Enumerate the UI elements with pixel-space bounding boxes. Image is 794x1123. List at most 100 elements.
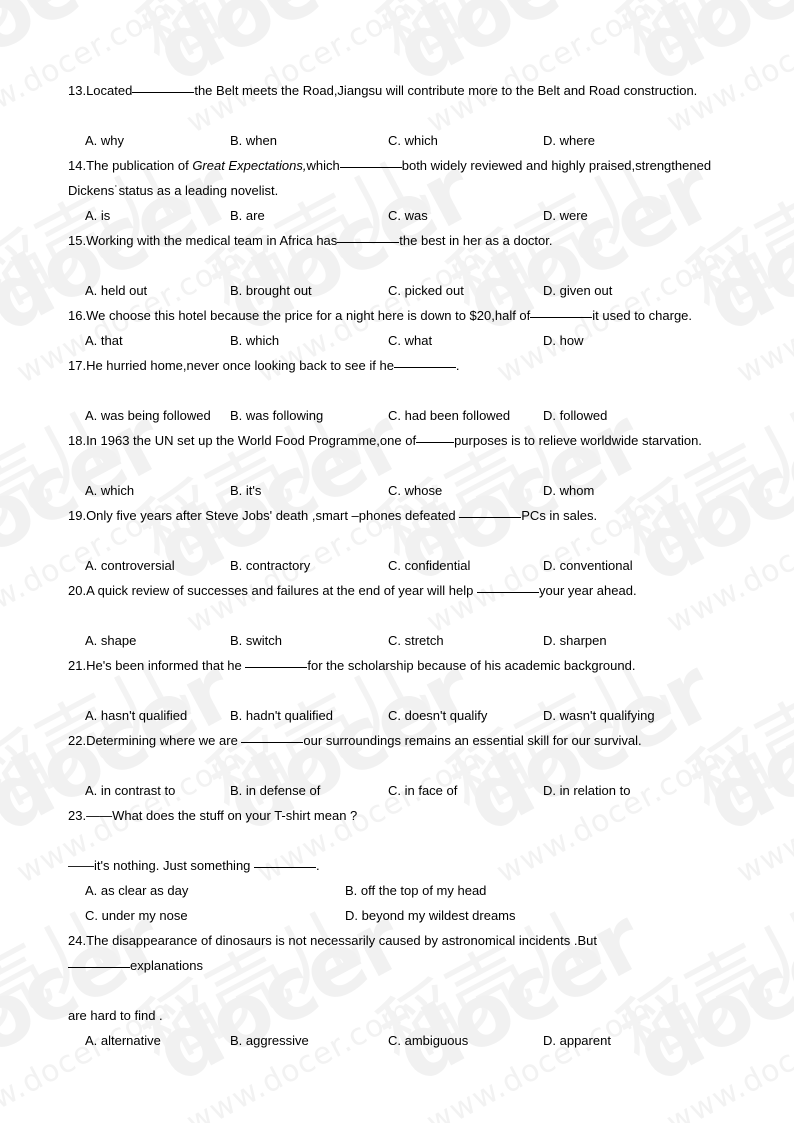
q18-blank: [416, 442, 455, 443]
q22-stem-before: 22.Determining where we are: [68, 733, 242, 748]
question-options-18: A. which B. it's C. whose D. whom: [68, 478, 728, 503]
option-21-d[interactable]: D. wasn't qualifying: [543, 703, 655, 728]
option-21-b[interactable]: B. hadn't qualified: [230, 703, 333, 728]
question-options-14: A. is B. are C. was D. were: [68, 203, 728, 228]
q14-stem-before: 14.The publication of: [68, 158, 193, 173]
question-stem-22: 22.Determining where we are our surround…: [68, 728, 728, 753]
question-stem-13: 13.Located the Belt meets the Road,Jiangs…: [68, 78, 728, 103]
option-22-a[interactable]: A. in contrast to: [85, 778, 175, 803]
question-options-16: A. that B. which C. what D. how: [68, 328, 728, 353]
q13-stem-before: 13.Located: [68, 83, 133, 98]
question-options-13: A. why B. when C. which D. where: [68, 128, 728, 153]
option-20-b[interactable]: B. switch: [230, 628, 282, 653]
option-15-a[interactable]: A. held out: [85, 278, 147, 303]
question-stem-14: 14.The publication of Great Expectations…: [68, 153, 728, 178]
option-24-b[interactable]: B. aggressive: [230, 1028, 309, 1053]
question-options-17: A. was being followed B. was following C…: [68, 403, 728, 428]
option-16-d[interactable]: D. how: [543, 328, 583, 353]
option-22-b[interactable]: B. in defense of: [230, 778, 320, 803]
option-16-c[interactable]: C. what: [388, 328, 432, 353]
option-13-a[interactable]: A. why: [85, 128, 124, 153]
option-23-a[interactable]: A. as clear as day: [85, 878, 188, 903]
option-13-c[interactable]: C. which: [388, 128, 438, 153]
question-stem-14-continuation: Dickens˙status as a leading novelist.: [68, 183, 279, 198]
q17-blank: [393, 367, 456, 368]
option-15-d[interactable]: D. given out: [543, 278, 612, 303]
q13-stem-after: the Belt meets the Road,Jiangsu will con…: [194, 83, 698, 98]
question-stem-23: 23.——What does the stuff on your T-shirt…: [68, 808, 358, 823]
option-24-a[interactable]: A. alternative: [85, 1028, 161, 1053]
q18-stem-before: 18.In 1963 the UN set up the World Food …: [68, 433, 417, 448]
option-17-c[interactable]: C. had been followed: [388, 403, 510, 428]
question-options-21: A. hasn't qualified B. hadn't qualified …: [68, 703, 728, 728]
q19-stem-before: 19.Only five years after Steve Jobs' dea…: [68, 508, 460, 523]
option-23-d[interactable]: D. beyond my wildest dreams: [345, 903, 516, 928]
option-18-a[interactable]: A. which: [85, 478, 134, 503]
option-19-c[interactable]: C. confidential: [388, 553, 470, 578]
option-16-b[interactable]: B. which: [230, 328, 279, 353]
question-options-19: A. controversial B. contractory C. confi…: [68, 553, 728, 578]
option-13-b[interactable]: B. when: [230, 128, 277, 153]
q13-blank: [132, 92, 195, 93]
option-15-c[interactable]: C. picked out: [388, 278, 464, 303]
q16-blank: [530, 317, 593, 318]
q22-stem-after: our surroundings remains an essential sk…: [303, 733, 642, 748]
q16-stem-before: 16.We choose this hotel because the pric…: [68, 308, 531, 323]
option-21-a[interactable]: A. hasn't qualified: [85, 703, 187, 728]
option-19-d[interactable]: D. conventional: [543, 553, 633, 578]
option-15-b[interactable]: B. brought out: [230, 278, 312, 303]
q14-book-title: Great Expectations,: [192, 158, 307, 173]
q15-blank: [337, 242, 400, 243]
option-21-c[interactable]: C. doesn't qualify: [388, 703, 487, 728]
q23-reply-before: ——it's nothing. Just something: [68, 858, 255, 873]
q15-stem-before: 15.Working with the medical team in Afri…: [68, 233, 338, 248]
option-20-d[interactable]: D. sharpen: [543, 628, 607, 653]
question-options-15: A. held out B. brought out C. picked out…: [68, 278, 728, 303]
option-19-a[interactable]: A. controversial: [85, 553, 175, 578]
option-24-d[interactable]: D. apparent: [543, 1028, 611, 1053]
option-18-c[interactable]: C. whose: [388, 478, 442, 503]
q17-stem-before: 17.He hurried home,never once looking ba…: [68, 358, 394, 373]
option-14-b[interactable]: B. are: [230, 203, 265, 228]
option-18-d[interactable]: D. whom: [543, 478, 594, 503]
q22-blank: [241, 742, 304, 743]
q14-blank: [339, 167, 402, 168]
option-23-b[interactable]: B. off the top of my head: [345, 878, 486, 903]
option-20-a[interactable]: A. shape: [85, 628, 136, 653]
question-stem-17: 17.He hurried home,never once looking ba…: [68, 353, 728, 378]
option-17-b[interactable]: B. was following: [230, 403, 323, 428]
option-18-b[interactable]: B. it's: [230, 478, 261, 503]
q24-continuation-after: explanations: [130, 958, 203, 973]
option-24-c[interactable]: C. ambiguous: [388, 1028, 468, 1053]
option-14-d[interactable]: D. were: [543, 203, 588, 228]
q20-stem-after: your year ahead.: [539, 583, 637, 598]
option-17-a[interactable]: A. was being followed: [85, 403, 211, 428]
option-19-b[interactable]: B. contractory: [230, 553, 310, 578]
q15-stem-after: the best in her as a doctor.: [399, 233, 553, 248]
question-stem-18: 18.In 1963 the UN set up the World Food …: [68, 428, 728, 453]
q21-stem-after: for the scholarship because of his acade…: [307, 658, 636, 673]
question-stem-24: 24.The disappearance of dinosaurs is not…: [68, 933, 597, 948]
option-14-a[interactable]: A. is: [85, 203, 110, 228]
option-14-c[interactable]: C. was: [388, 203, 428, 228]
option-13-d[interactable]: D. where: [543, 128, 595, 153]
option-22-c[interactable]: C. in face of: [388, 778, 457, 803]
option-20-c[interactable]: C. stretch: [388, 628, 444, 653]
q20-stem-before: 20.A quick review of successes and failu…: [68, 583, 477, 598]
option-17-d[interactable]: D. followed: [543, 403, 607, 428]
q23-blank: [254, 867, 317, 868]
option-23-c[interactable]: C. under my nose: [85, 903, 188, 928]
question-stem-15: 15.Working with the medical team in Afri…: [68, 228, 728, 253]
question-options-24: A. alternative B. aggressive C. ambiguou…: [68, 1028, 728, 1053]
option-22-d[interactable]: D. in relation to: [543, 778, 630, 803]
q18-stem-after: purposes is to relieve worldwide starvat…: [454, 433, 702, 448]
question-24-continuation: explanations: [68, 953, 728, 978]
option-16-a[interactable]: A. that: [85, 328, 123, 353]
